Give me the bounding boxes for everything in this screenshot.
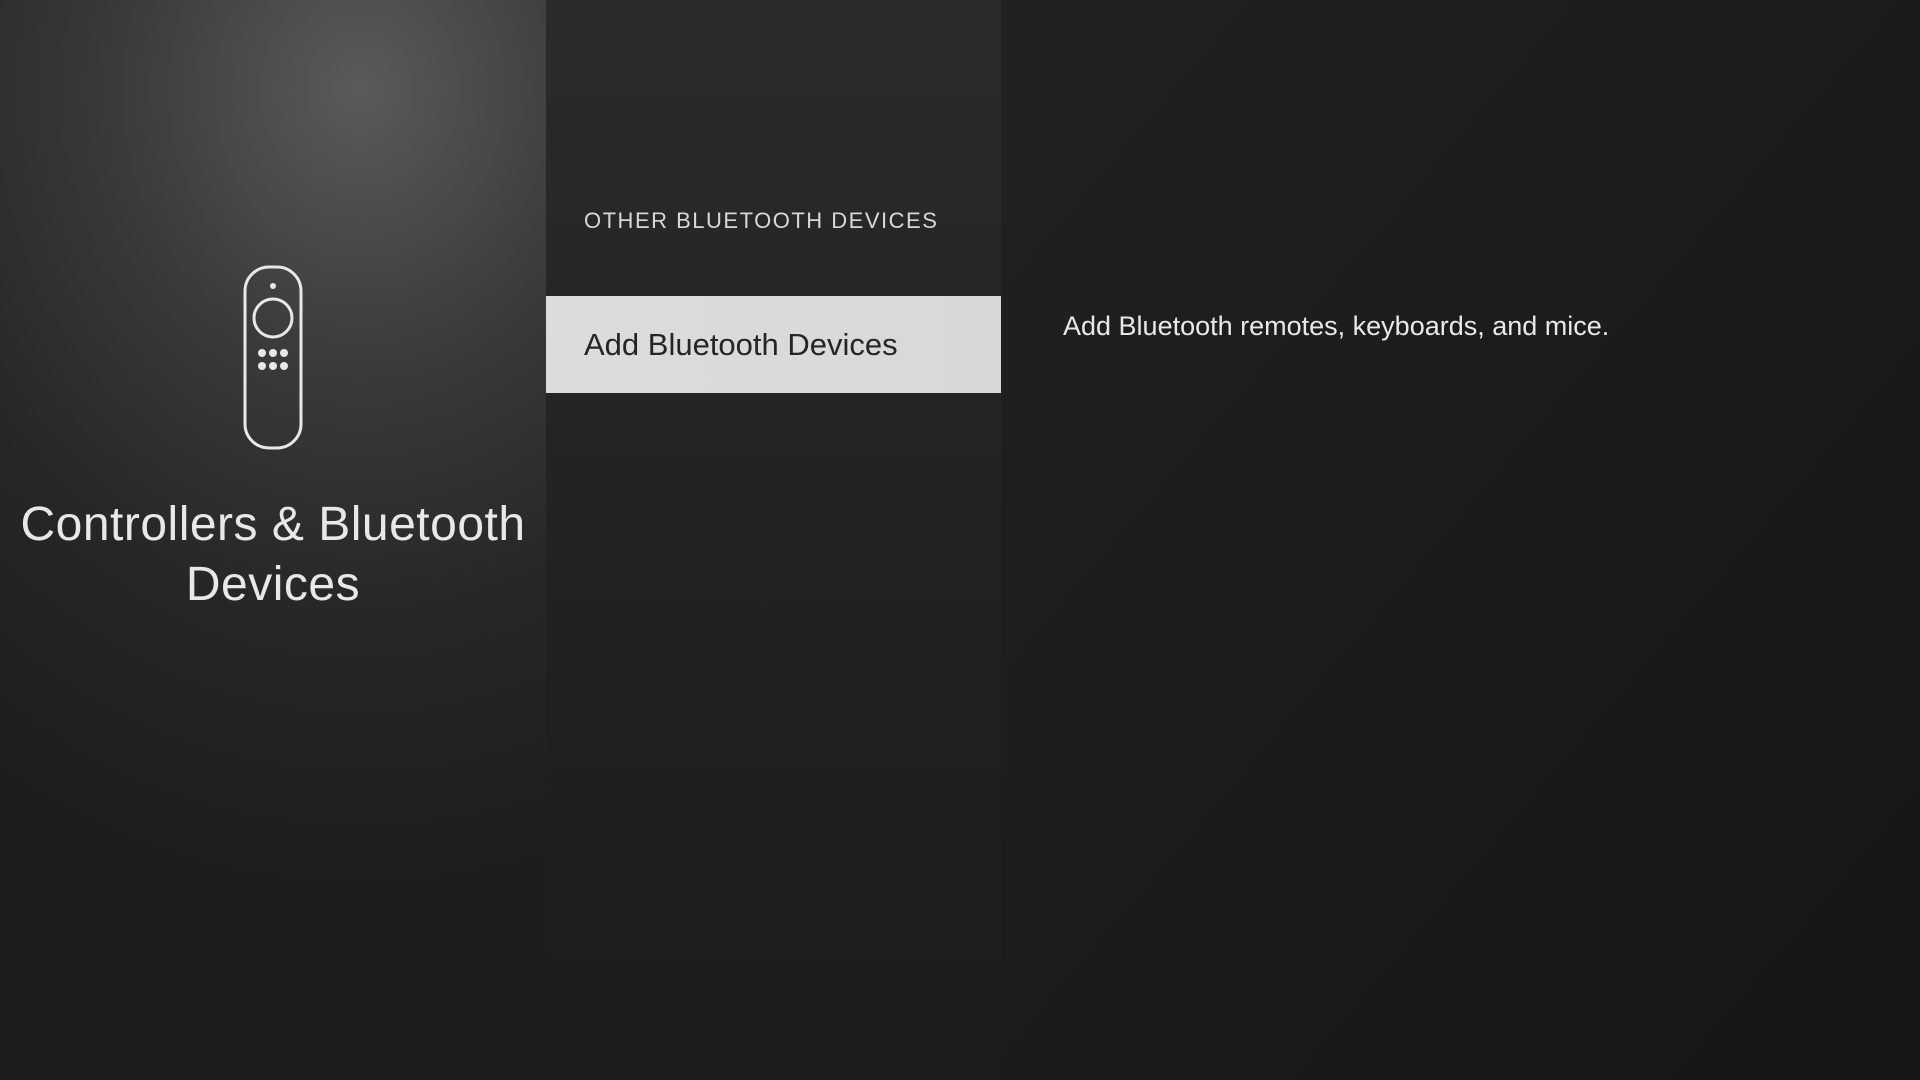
category-title: Controllers & Bluetooth Devices [0, 495, 546, 615]
right-description-panel: Add Bluetooth remotes, keyboards, and mi… [1001, 0, 1920, 1080]
menu-item-add-bluetooth-devices[interactable]: Add Bluetooth Devices [546, 296, 1001, 393]
menu-item-label: Add Bluetooth Devices [584, 327, 898, 363]
remote-icon [243, 265, 303, 455]
left-category-panel: Controllers & Bluetooth Devices [0, 0, 546, 1080]
description-text: Add Bluetooth remotes, keyboards, and mi… [1063, 308, 1860, 344]
center-menu-panel: OTHER BLUETOOTH DEVICES Add Bluetooth De… [546, 0, 1001, 1080]
section-header: OTHER BLUETOOTH DEVICES [546, 208, 1001, 234]
